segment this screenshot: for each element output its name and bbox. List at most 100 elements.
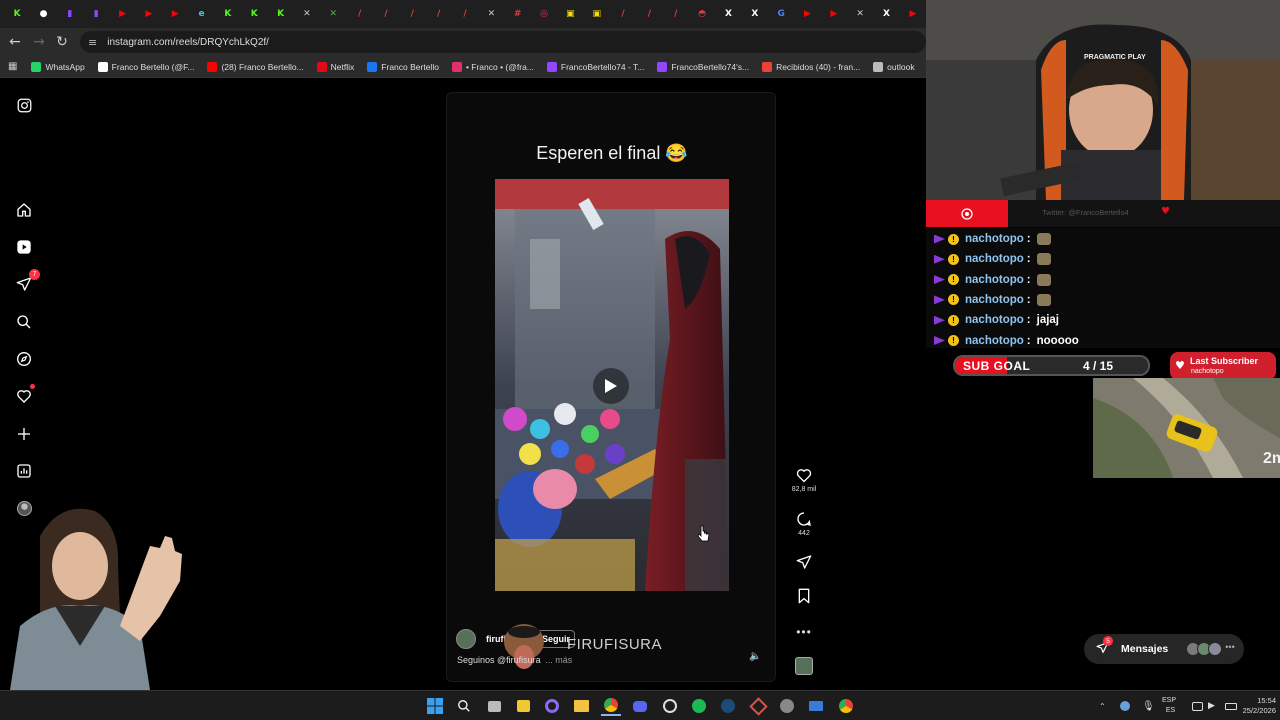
obs-icon[interactable] — [660, 696, 680, 716]
chat-username[interactable]: nachotopo — [965, 233, 1024, 245]
battery-icon[interactable] — [1225, 691, 1237, 720]
tray-chevron-icon[interactable]: ⌃ — [1099, 691, 1106, 720]
browser-tab[interactable]: ● — [30, 0, 56, 28]
browser-tab[interactable]: / — [452, 0, 478, 28]
chat-username[interactable]: nachotopo — [965, 274, 1024, 286]
browser-tab[interactable]: ▮ — [83, 0, 109, 28]
bookmark-item[interactable]: (28) Franco Bertello... — [207, 61, 304, 72]
wifi-icon[interactable] — [1192, 691, 1203, 720]
browser-tab[interactable]: ✕ — [320, 0, 346, 28]
chat-username[interactable]: nachotopo — [965, 314, 1024, 326]
browser-tab[interactable]: G — [768, 0, 794, 28]
task-view-icon[interactable] — [484, 696, 504, 716]
chat-username[interactable]: nachotopo — [965, 335, 1024, 347]
notifications-heart-icon[interactable] — [14, 384, 35, 406]
game-launcher-icon[interactable] — [748, 696, 768, 716]
address-bar[interactable]: ≡ instagram.com/reels/DRQYchLkQ2f/ — [80, 31, 926, 53]
reel-video[interactable] — [495, 179, 729, 591]
browser-tab[interactable]: ▶ — [821, 0, 847, 28]
browser-tab[interactable]: ▣ — [584, 0, 610, 28]
search-icon[interactable] — [454, 696, 474, 716]
browser-tab[interactable]: ✕ — [478, 0, 504, 28]
audio-thumbnail[interactable] — [795, 657, 813, 675]
bookmark-item[interactable]: • Franco • (@fra... — [451, 61, 534, 72]
bookmark-item[interactable]: Franco Bertello — [367, 61, 439, 72]
browser-tab[interactable]: K — [215, 0, 241, 28]
steam-icon[interactable] — [718, 696, 738, 716]
author-avatar[interactable] — [456, 629, 476, 649]
volume-icon[interactable]: 🔈 — [749, 651, 761, 662]
like-button[interactable]: 82,8 mil — [786, 468, 822, 493]
chat-username[interactable]: nachotopo — [965, 294, 1024, 306]
reload-button[interactable]: ↻ — [50, 30, 74, 54]
browser-tab[interactable]: / — [426, 0, 452, 28]
browser-tab[interactable]: # — [505, 0, 531, 28]
dashboard-icon[interactable] — [14, 461, 34, 481]
spotify-icon[interactable] — [689, 696, 709, 716]
discord-icon[interactable] — [630, 696, 650, 716]
monitor-icon[interactable] — [806, 696, 826, 716]
browser-tab[interactable]: ▶ — [162, 0, 188, 28]
search-icon[interactable] — [14, 312, 34, 332]
bookmark-item[interactable]: Franco Bertello (@F... — [97, 61, 194, 72]
browser-tab[interactable]: X — [873, 0, 899, 28]
browser-tab[interactable]: ▶ — [109, 0, 135, 28]
forward-button[interactable]: → — [27, 30, 51, 54]
more-options-button[interactable]: ••• — [786, 625, 822, 639]
direct-messages-icon[interactable]: 7 — [14, 269, 40, 294]
bookmark-item[interactable]: outlook — [873, 61, 915, 72]
bookmark-item[interactable]: Netflix — [316, 61, 354, 72]
bookmark-item[interactable]: FrancoBertello74 - T... — [546, 61, 644, 72]
browser-tab[interactable]: K — [241, 0, 267, 28]
browser-tab[interactable]: / — [636, 0, 662, 28]
create-icon[interactable] — [14, 424, 34, 444]
language-indicator[interactable]: ESP ES — [1162, 691, 1176, 720]
microphone-icon[interactable]: 🎙 — [1142, 691, 1155, 720]
browser-tab[interactable]: ▣ — [557, 0, 583, 28]
clock[interactable]: 15:54 25/2/2026 — [1242, 691, 1276, 720]
file-explorer-icon[interactable] — [571, 696, 591, 716]
comment-button[interactable]: 442 — [786, 511, 822, 537]
browser-tab[interactable]: ▶ — [136, 0, 162, 28]
back-button[interactable]: ← — [3, 30, 27, 54]
network-status-icon[interactable] — [1120, 691, 1130, 720]
browser-tab[interactable]: / — [399, 0, 425, 28]
explore-icon[interactable] — [14, 349, 34, 369]
play-button[interactable] — [593, 368, 629, 404]
bookmark-item[interactable]: Recibidos (40) - fran... — [762, 61, 860, 72]
copilot-icon[interactable] — [542, 696, 562, 716]
messages-button[interactable]: 5 Mensajes ••• — [1084, 634, 1244, 664]
apps-grid-icon[interactable]: ▦ — [8, 61, 17, 72]
browser-tab[interactable]: ◓ — [689, 0, 715, 28]
chrome-icon[interactable] — [601, 696, 621, 716]
browser-tab[interactable]: e — [188, 0, 214, 28]
xbox-icon[interactable] — [777, 696, 797, 716]
store-icon[interactable] — [513, 696, 533, 716]
browser-tab[interactable]: / — [373, 0, 399, 28]
share-button[interactable] — [786, 554, 822, 573]
bookmark-item[interactable]: WhatsApp — [31, 61, 85, 72]
volume-icon[interactable]: ▶ — [1208, 691, 1215, 720]
windows-start-icon[interactable] — [425, 696, 445, 716]
chat-username[interactable]: nachotopo — [965, 253, 1024, 265]
chrome-icon[interactable] — [836, 696, 856, 716]
browser-tab[interactable]: ▶ — [900, 0, 926, 28]
browser-tab[interactable]: ✕ — [294, 0, 320, 28]
browser-tab[interactable]: ▶ — [794, 0, 820, 28]
browser-tab[interactable]: / — [346, 0, 372, 28]
reels-icon[interactable] — [14, 237, 34, 257]
bookmark-item[interactable]: FrancoBertello74's... — [657, 61, 749, 72]
browser-tab[interactable]: X — [742, 0, 768, 28]
save-button[interactable] — [786, 588, 822, 607]
browser-tab[interactable]: K — [4, 0, 30, 28]
caption-more-link[interactable]: ... más — [545, 655, 572, 665]
instagram-logo-icon[interactable] — [14, 95, 34, 115]
browser-tab[interactable]: ✕ — [847, 0, 873, 28]
home-icon[interactable] — [14, 200, 34, 220]
browser-tab[interactable]: ▮ — [57, 0, 83, 28]
browser-tab[interactable]: / — [663, 0, 689, 28]
browser-tab[interactable]: X — [715, 0, 741, 28]
browser-tab[interactable]: / — [610, 0, 636, 28]
browser-tab[interactable]: K — [267, 0, 293, 28]
browser-tab[interactable]: ◎ — [531, 0, 557, 28]
